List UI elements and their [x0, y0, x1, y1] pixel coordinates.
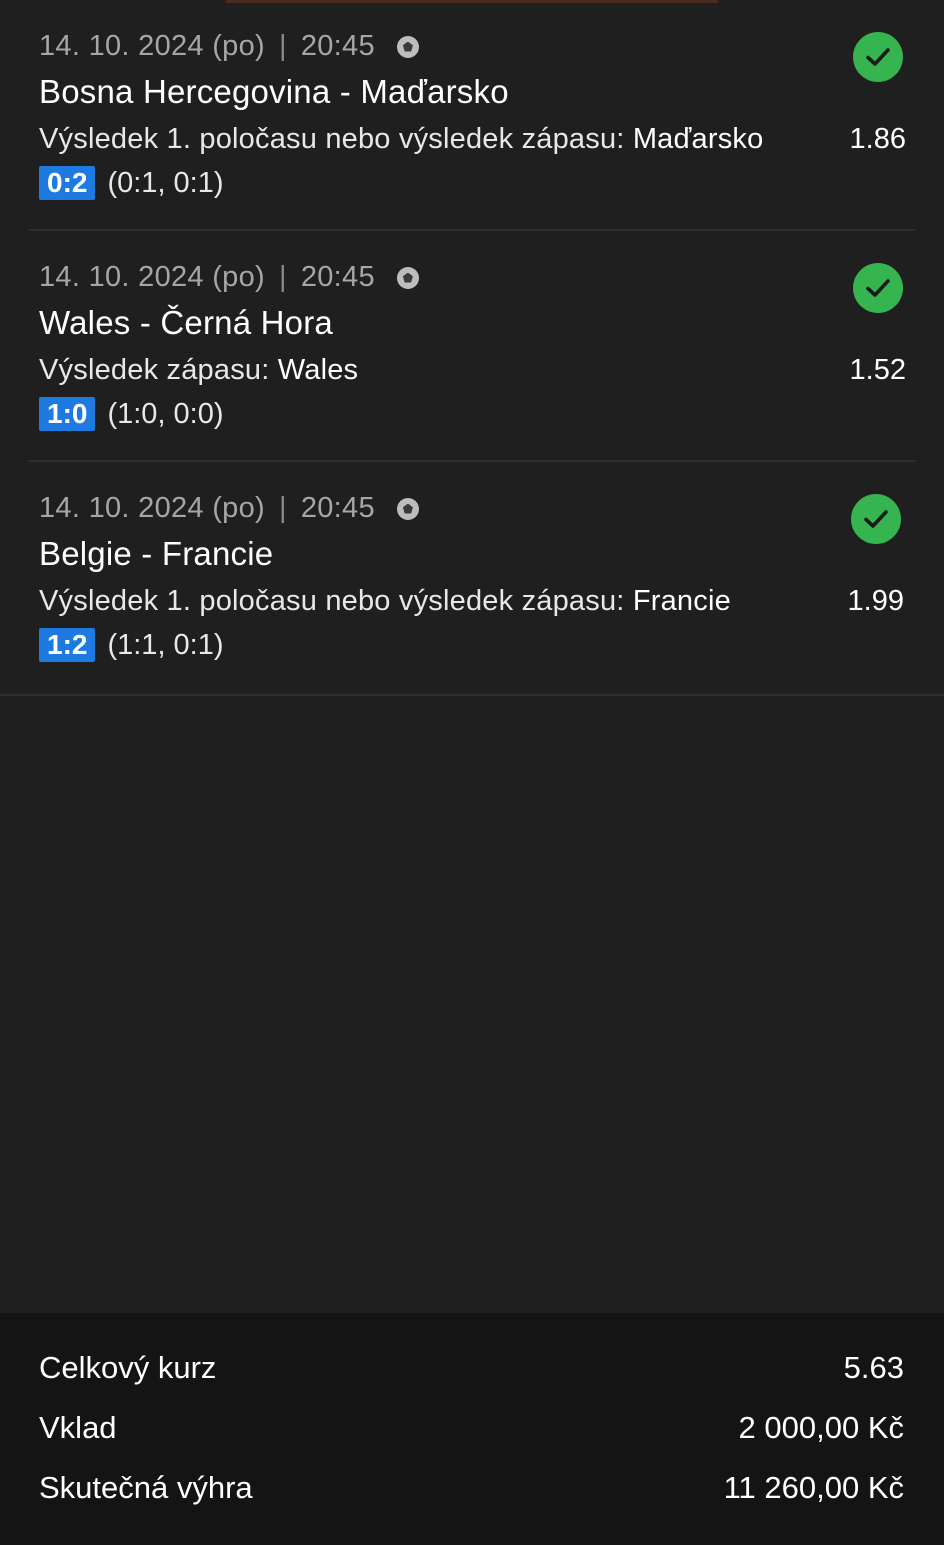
bet-meta: 14. 10. 2024 (po) | 20:45 [39, 492, 419, 525]
bet-item[interactable]: 14. 10. 2024 (po) | 20:45 Belgie - Franc… [0, 462, 944, 696]
bet-item[interactable]: 14. 10. 2024 (po) | 20:45 Bosna Hercegov… [28, 0, 916, 231]
bet-time: 20:45 [300, 261, 375, 293]
bet-summary: Celkový kurz 5.63 Vklad 2 000,00 Kč Skut… [0, 1313, 944, 1545]
total-odds-value: 5.63 [843, 1350, 904, 1385]
half-scores: (1:1, 0:1) [107, 628, 224, 661]
bet-market: Výsledek 1. poločasu nebo výsledek zápas… [39, 585, 731, 618]
market-label: Výsledek 1. poločasu nebo výsledek zápas… [39, 123, 625, 155]
bet-odds: 1.52 [849, 354, 906, 386]
soccer-ball-icon [396, 35, 419, 58]
check-circle-icon [853, 32, 903, 82]
match-teams: Wales - Černá Hora [39, 304, 333, 341]
score-row: 0:2 (0:1, 0:1) [39, 166, 224, 200]
bet-list: 14. 10. 2024 (po) | 20:45 Bosna Hercegov… [0, 0, 944, 696]
match-teams: Bosna Hercegovina - Maďarsko [39, 73, 509, 110]
half-scores: (1:0, 0:0) [107, 397, 224, 430]
meta-separator: | [278, 30, 287, 62]
actual-win-label: Skutečná výhra [39, 1470, 253, 1505]
total-odds-row: Celkový kurz 5.63 [39, 1350, 904, 1386]
bet-date: 14. 10. 2024 (po) [39, 492, 265, 524]
actual-win-row: Skutečná výhra 11 260,00 Kč [39, 1470, 904, 1506]
total-odds-label: Celkový kurz [39, 1350, 217, 1385]
bet-pick: Wales [277, 354, 359, 386]
final-score-badge: 1:0 [39, 397, 96, 431]
meta-separator: | [278, 261, 287, 293]
check-circle-icon [851, 494, 901, 544]
stake-value: 2 000,00 Kč [738, 1410, 904, 1445]
final-score-badge: 1:2 [39, 628, 96, 662]
bet-item[interactable]: 14. 10. 2024 (po) | 20:45 Wales - Černá … [28, 231, 916, 462]
bet-pick: Francie [632, 585, 731, 617]
bet-meta: 14. 10. 2024 (po) | 20:45 [39, 30, 419, 63]
bet-pick: Maďarsko [632, 123, 764, 155]
market-label: Výsledek 1. poločasu nebo výsledek zápas… [39, 585, 625, 617]
bet-time: 20:45 [300, 492, 375, 524]
soccer-ball-icon [396, 266, 419, 289]
check-circle-icon [853, 263, 903, 313]
half-scores: (0:1, 0:1) [107, 166, 224, 199]
actual-win-value: 11 260,00 Kč [723, 1470, 904, 1505]
bet-time: 20:45 [300, 30, 375, 62]
bet-odds: 1.99 [847, 585, 904, 617]
stake-label: Vklad [39, 1410, 117, 1445]
bet-date: 14. 10. 2024 (po) [39, 261, 265, 293]
match-teams: Belgie - Francie [39, 535, 274, 572]
soccer-ball-icon [396, 497, 419, 520]
bet-market: Výsledek 1. poločasu nebo výsledek zápas… [39, 123, 763, 156]
bet-meta: 14. 10. 2024 (po) | 20:45 [39, 261, 419, 294]
bet-date: 14. 10. 2024 (po) [39, 30, 265, 62]
meta-separator: | [278, 492, 287, 524]
score-row: 1:2 (1:1, 0:1) [39, 628, 224, 662]
bet-market: Výsledek zápasu: Wales [39, 354, 358, 387]
final-score-badge: 0:2 [39, 166, 96, 200]
bet-odds: 1.86 [849, 123, 906, 155]
score-row: 1:0 (1:0, 0:0) [39, 397, 224, 431]
stake-row: Vklad 2 000,00 Kč [39, 1410, 904, 1446]
market-label: Výsledek zápasu: [39, 354, 270, 386]
